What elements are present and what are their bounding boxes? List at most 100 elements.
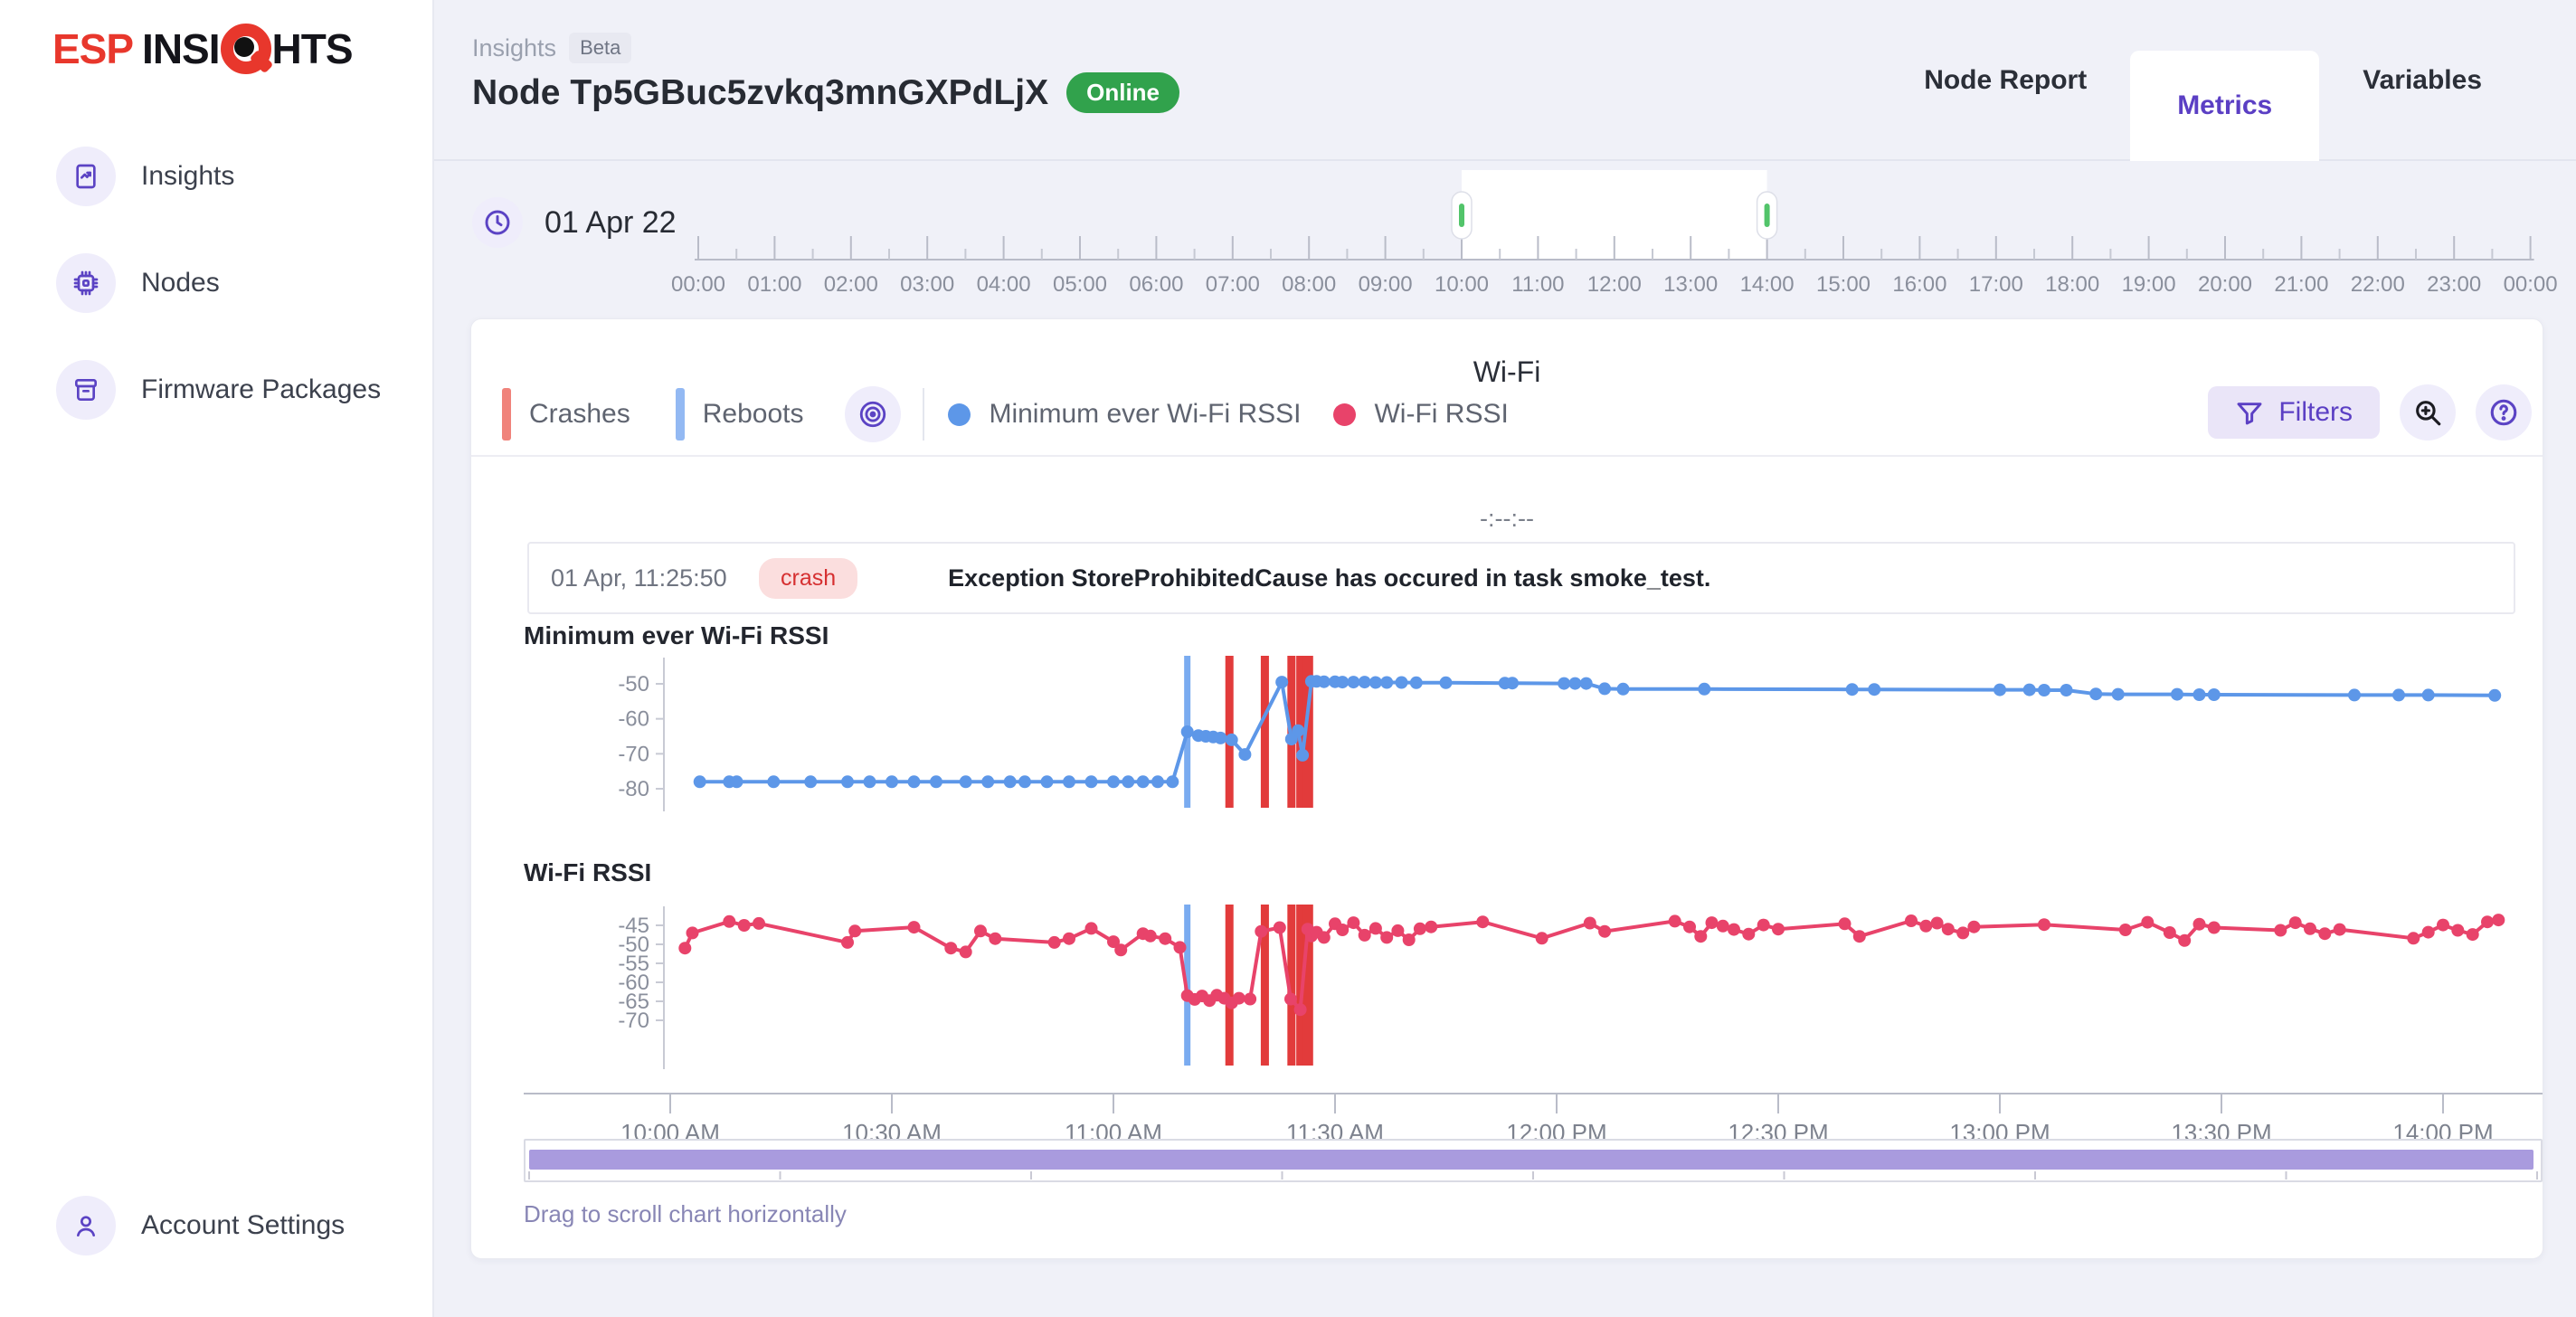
data-point[interactable] — [1359, 676, 1371, 688]
data-point[interactable] — [1336, 676, 1349, 688]
data-point[interactable] — [1369, 922, 1382, 934]
data-point[interactable] — [974, 924, 987, 937]
data-point[interactable] — [2348, 688, 2361, 701]
data-point[interactable] — [1318, 931, 1331, 943]
crashes-legend-label[interactable]: Crashes — [529, 399, 630, 430]
data-point[interactable] — [2422, 926, 2435, 939]
data-point[interactable] — [1598, 925, 1611, 938]
toggle-events-eye-button[interactable] — [845, 386, 901, 442]
data-point[interactable] — [2481, 915, 2494, 928]
crash-marker-line[interactable] — [1226, 905, 1234, 1066]
brush-handle-right[interactable] — [1757, 192, 1777, 239]
data-point[interactable] — [1669, 914, 1681, 927]
sidebar-item-insights[interactable]: Insights — [0, 134, 434, 219]
data-point[interactable] — [1063, 933, 1075, 945]
data-point[interactable] — [2171, 688, 2183, 701]
data-point[interactable] — [1041, 775, 1054, 788]
data-point[interactable] — [1122, 775, 1134, 788]
rssi-legend-label[interactable]: Wi-Fi RSSI — [1374, 399, 1508, 430]
data-point[interactable] — [1274, 922, 1286, 934]
crash-event-row[interactable]: 01 Apr, 11:25:50 crash Exception StorePr… — [527, 542, 2515, 614]
data-point[interactable] — [1085, 775, 1098, 788]
data-point[interactable] — [848, 924, 861, 937]
data-point[interactable] — [2178, 934, 2191, 947]
data-point[interactable] — [981, 775, 994, 788]
data-point[interactable] — [2208, 688, 2221, 701]
data-point[interactable] — [1048, 936, 1061, 949]
crash-marker-line[interactable] — [1261, 656, 1269, 808]
brush-handle-left[interactable] — [1452, 192, 1472, 239]
data-point[interactable] — [738, 919, 751, 932]
data-point[interactable] — [1137, 775, 1150, 788]
data-point[interactable] — [960, 775, 972, 788]
data-point[interactable] — [2488, 689, 2501, 702]
data-point[interactable] — [1396, 677, 1408, 689]
data-point[interactable] — [694, 775, 706, 788]
data-point[interactable] — [2289, 916, 2302, 929]
data-point[interactable] — [2038, 918, 2050, 931]
data-point[interactable] — [2141, 916, 2154, 929]
data-point[interactable] — [1336, 924, 1349, 936]
data-point[interactable] — [1255, 925, 1267, 938]
data-point[interactable] — [1410, 677, 1423, 689]
data-point[interactable] — [2422, 688, 2435, 701]
data-point[interactable] — [1558, 677, 1570, 690]
data-point[interactable] — [678, 942, 691, 954]
data-point[interactable] — [1994, 684, 2006, 696]
data-point[interactable] — [2023, 684, 2036, 696]
data-point[interactable] — [1706, 916, 1719, 929]
data-point[interactable] — [1942, 923, 1955, 935]
data-point[interactable] — [1476, 915, 1489, 928]
data-point[interactable] — [1772, 923, 1785, 935]
data-point[interactable] — [1717, 920, 1729, 933]
data-point[interactable] — [687, 926, 699, 939]
data-point[interactable] — [886, 775, 898, 788]
data-point[interactable] — [1214, 732, 1226, 744]
data-point[interactable] — [864, 775, 876, 788]
chart-horizontal-scrollbar[interactable] — [524, 1139, 2543, 1182]
data-point[interactable] — [2038, 684, 2050, 696]
sidebar-item-account-settings[interactable]: Account Settings — [0, 1183, 434, 1268]
data-point[interactable] — [2060, 684, 2073, 696]
data-point[interactable] — [1151, 775, 1164, 788]
data-point[interactable] — [930, 775, 942, 788]
data-point[interactable] — [2119, 924, 2132, 936]
data-point[interactable] — [1085, 922, 1098, 934]
data-point[interactable] — [2492, 914, 2505, 926]
data-point[interactable] — [1292, 725, 1304, 737]
data-point[interactable] — [989, 933, 1001, 945]
data-point[interactable] — [1757, 919, 1770, 932]
data-point[interactable] — [1967, 921, 1980, 933]
breadcrumb-insights[interactable]: Insights — [472, 34, 556, 62]
data-point[interactable] — [2318, 927, 2331, 940]
sidebar-item-nodes[interactable]: Nodes — [0, 241, 434, 326]
data-point[interactable] — [1698, 683, 1710, 696]
data-point[interactable] — [1919, 920, 1932, 933]
data-point[interactable] — [841, 936, 854, 949]
tab-variables[interactable]: Variables — [2319, 0, 2525, 161]
help-button[interactable] — [2476, 384, 2532, 441]
data-point[interactable] — [2112, 688, 2125, 701]
data-point[interactable] — [731, 775, 743, 788]
data-point[interactable] — [1166, 775, 1179, 788]
data-point[interactable] — [1536, 932, 1548, 944]
data-point[interactable] — [1414, 923, 1426, 935]
data-point[interactable] — [1440, 677, 1453, 689]
data-point[interactable] — [1159, 933, 1171, 945]
data-point[interactable] — [1294, 1003, 1307, 1016]
data-point[interactable] — [1226, 734, 1238, 746]
data-point[interactable] — [1839, 917, 1852, 930]
data-point[interactable] — [2208, 922, 2221, 934]
tab-node-report[interactable]: Node Report — [1880, 0, 2130, 161]
data-point[interactable] — [2089, 687, 2102, 700]
data-point[interactable] — [1380, 677, 1393, 689]
data-point[interactable] — [1584, 917, 1596, 930]
data-point[interactable] — [1905, 914, 1918, 927]
data-point[interactable] — [2467, 928, 2479, 941]
data-point[interactable] — [1296, 749, 1309, 762]
data-point[interactable] — [1359, 929, 1371, 942]
data-point[interactable] — [723, 915, 735, 928]
data-point[interactable] — [804, 775, 817, 788]
filters-button[interactable]: Filters — [2208, 386, 2380, 439]
data-point[interactable] — [1598, 682, 1611, 695]
